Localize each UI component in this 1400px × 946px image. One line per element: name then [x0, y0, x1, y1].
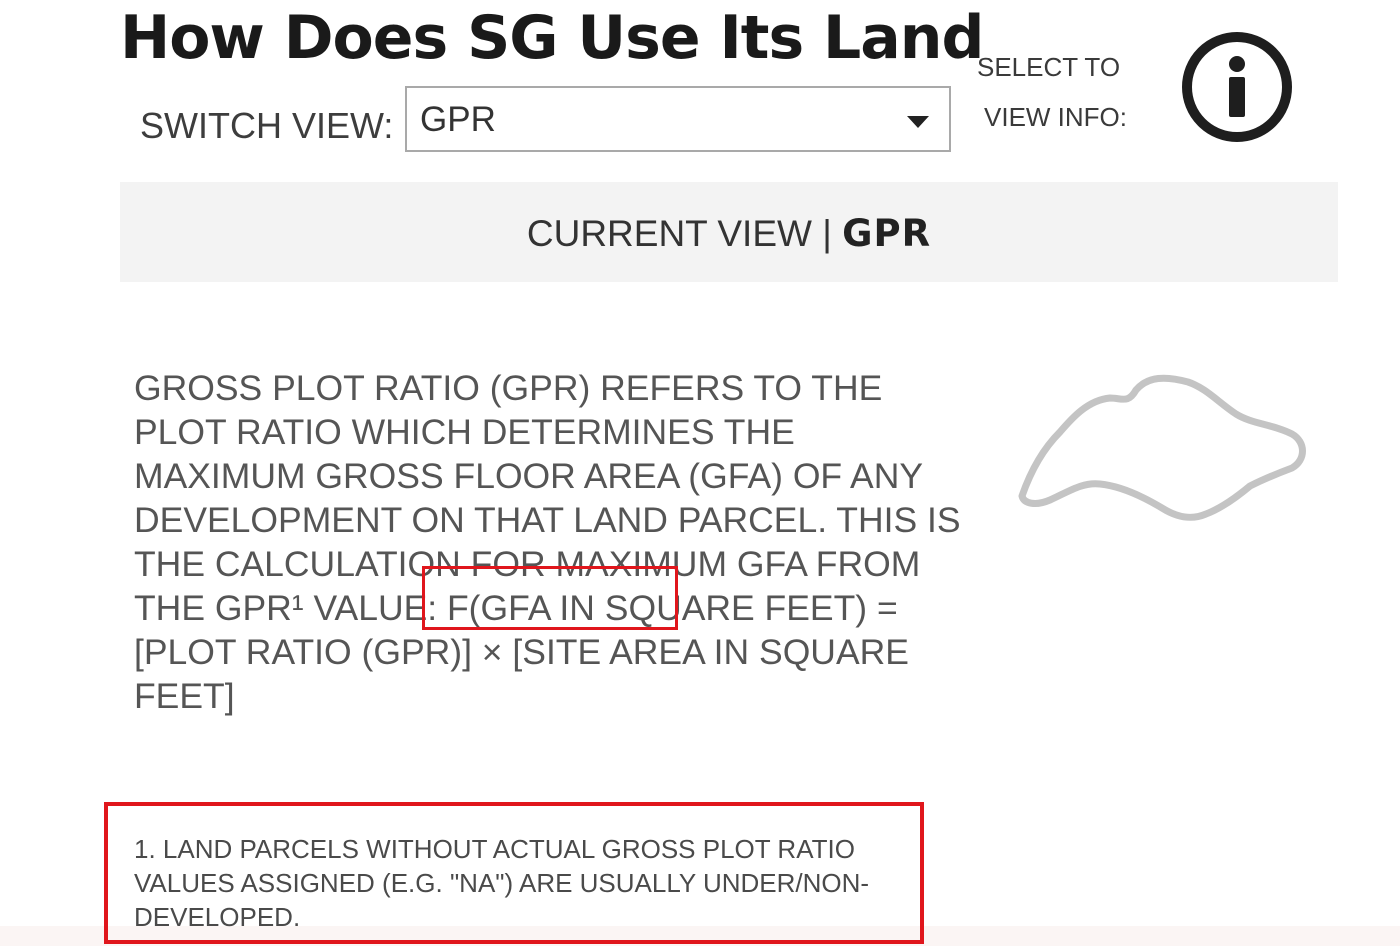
- current-view-text: CURRENT VIEW | GPR: [120, 212, 1338, 256]
- info-label-line2: VIEW INFO:: [984, 102, 1127, 132]
- info-label-line1: SELECT TO: [977, 52, 1121, 82]
- singapore-map-outline-icon: [1018, 374, 1306, 521]
- chevron-down-icon: [907, 116, 929, 128]
- current-view-label: CURRENT VIEW |: [526, 213, 832, 254]
- map-container: [1010, 368, 1310, 530]
- footnote: 1. LAND PARCELS WITHOUT ACTUAL GROSS PLO…: [134, 834, 870, 932]
- view-select-value: GPR: [420, 100, 496, 139]
- current-view-value: GPR: [842, 212, 932, 255]
- current-view-banner: CURRENT VIEW | GPR: [120, 182, 1338, 282]
- annotation-highlight-gpr-value: [422, 566, 678, 630]
- view-select-dropdown[interactable]: GPR: [405, 86, 951, 152]
- page: How Does SG Use Its Land SWITCH VIEW: GP…: [0, 0, 1400, 946]
- info-button[interactable]: [1180, 30, 1294, 144]
- switch-view-label: SWITCH VIEW:: [140, 105, 394, 146]
- info-icon: [1182, 32, 1292, 142]
- gpr-description: GROSS PLOT RATIO (GPR) REFERS TO THE PLO…: [134, 368, 961, 716]
- page-title: How Does SG Use Its Land: [120, 3, 984, 73]
